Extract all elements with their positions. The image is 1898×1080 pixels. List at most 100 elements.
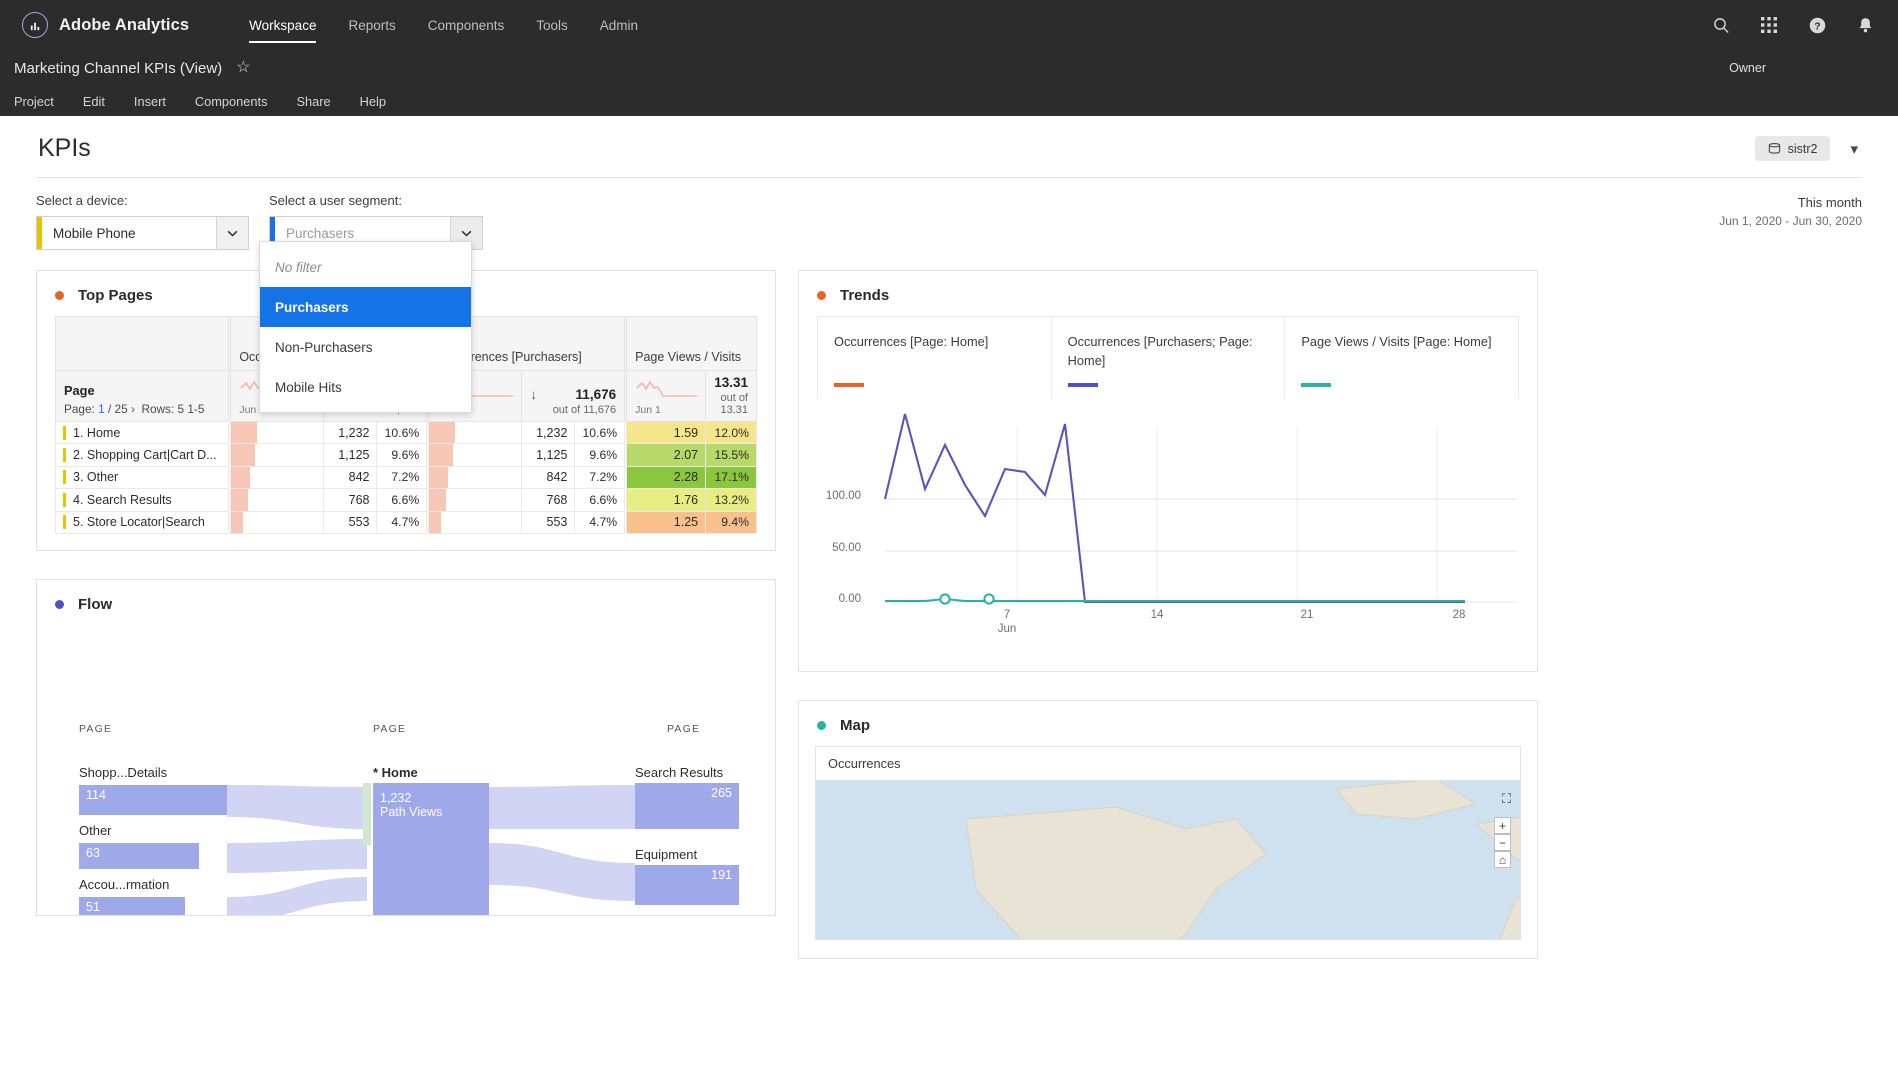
flow-left-node-label-2[interactable]: Other — [79, 823, 112, 838]
sort-arrow-icon[interactable]: ↓ — [530, 387, 537, 402]
flow-center-node-label[interactable]: * Home — [373, 765, 418, 780]
flow-diagram[interactable]: PAGE PAGE PAGE Shopp...Details 114 Other… — [37, 625, 775, 915]
trend-card-1-title: Occurrences [Page: Home] — [834, 333, 1035, 371]
report-suite-label: sistr2 — [1788, 142, 1818, 156]
right-column: Trends Occurrences [Page: Home] Occurren… — [798, 270, 1538, 959]
chevron-down-icon[interactable]: ▾ — [1844, 140, 1864, 158]
date-range[interactable]: This month Jun 1, 2020 - Jun 30, 2020 — [1719, 193, 1862, 228]
spark-cell-3: Jun 1 — [627, 371, 706, 422]
app-grid-icon[interactable] — [1758, 14, 1780, 36]
favorite-star-icon[interactable]: ☆ — [236, 60, 250, 76]
pager-range: 1-5 — [187, 402, 204, 416]
device-select[interactable]: Mobile Phone — [36, 216, 249, 250]
map-zoom-in-button[interactable]: + — [1494, 817, 1511, 834]
nav-item-components[interactable]: Components — [412, 0, 521, 50]
nav-item-reports[interactable]: Reports — [332, 0, 411, 50]
row-label-cell[interactable]: 4. Search Results — [56, 489, 229, 511]
row-label-cell[interactable]: 5. Store Locator|Search — [56, 511, 229, 533]
map-canvas[interactable]: ⛶ + − ⌂ — [815, 780, 1521, 940]
flow-left-node-label-1[interactable]: Shopp...Details — [79, 765, 167, 780]
flow-right-node-1[interactable]: 265 — [635, 783, 739, 829]
row-label-cell[interactable]: 3. Other — [56, 466, 229, 488]
trend-card-2-title: Occurrences [Purchasers; Page: Home] — [1068, 333, 1269, 371]
search-icon[interactable] — [1710, 14, 1732, 36]
table-row[interactable]: 2. Shopping Cart|Cart D... 1,125 9.6% 1,… — [56, 444, 757, 466]
map-locate-button[interactable]: ⌂ — [1494, 851, 1511, 868]
segment-option-mobile-hits[interactable]: Mobile Hits — [260, 367, 471, 407]
row-label-cell[interactable]: 2. Shopping Cart|Cart D... — [56, 444, 229, 466]
menu-item-insert[interactable]: Insert — [134, 94, 180, 109]
total-outof-3: out of 13.31 — [714, 392, 748, 416]
row-occ: 1,232 — [324, 422, 377, 444]
row-bar-pocc — [429, 444, 522, 466]
total-value-2-text: 11,676 — [576, 387, 617, 402]
map-title: Map — [840, 717, 870, 734]
trends-chart-svg — [827, 399, 1517, 649]
report-suite-selector[interactable]: sistr2 — [1755, 136, 1831, 161]
pager-current[interactable]: 1 — [98, 402, 105, 416]
row-pocc: 1,232 — [522, 422, 575, 444]
menu-item-share[interactable]: Share — [296, 94, 344, 109]
row-pv-pct: 15.5% — [706, 444, 757, 466]
trend-card-3[interactable]: Page Views / Visits [Page: Home] — [1285, 317, 1518, 399]
nav-item-tools[interactable]: Tools — [520, 0, 584, 50]
map-zoom-out-button[interactable]: − — [1494, 834, 1511, 851]
flow-right-node-label-1[interactable]: Search Results — [635, 765, 723, 780]
nav-item-workspace[interactable]: Workspace — [233, 0, 332, 50]
segment-option-non-purchasers[interactable]: Non-Purchasers — [260, 327, 471, 367]
brand[interactable]: Adobe Analytics — [22, 12, 189, 38]
table-pager[interactable]: Page: 1 / 25 › Rows: 5 1-5 — [64, 402, 220, 416]
pager-rows-value[interactable]: 5 — [178, 402, 185, 416]
topbar-icons: ? — [1710, 14, 1876, 36]
series-marker-2 — [984, 594, 993, 603]
segment-option-no-filter[interactable]: No filter — [260, 247, 471, 287]
trend-card-1[interactable]: Occurrences [Page: Home] — [818, 317, 1052, 399]
map-body: Occurrences — [799, 746, 1537, 958]
row-occ-pct: 6.6% — [377, 489, 427, 511]
series-marker-1 — [940, 594, 949, 603]
table-row[interactable]: 1. Home 1,232 10.6% 1,232 10.6% 1.5 — [56, 422, 757, 444]
flow-right-node-label-2[interactable]: Equipment — [635, 847, 697, 862]
panel-trends: Trends Occurrences [Page: Home] Occurren… — [798, 270, 1538, 672]
device-select-value: Mobile Phone — [42, 226, 216, 241]
table-row[interactable]: 4. Search Results 768 6.6% 768 6.6% — [56, 489, 757, 511]
menu-item-help[interactable]: Help — [360, 94, 400, 109]
device-chevron-down-icon[interactable] — [216, 217, 248, 249]
trends-chart[interactable]: 0.00 50.00 100.00 7 Jun 14 21 28 — [817, 399, 1519, 661]
flow-left-node-2[interactable]: 63 — [79, 843, 199, 869]
pager-next-chevron-icon[interactable]: › — [131, 402, 135, 416]
segment-dropdown-menu: No filter Purchasers Non-Purchasers Mobi… — [259, 241, 472, 413]
map-metric-label[interactable]: Occurrences — [815, 746, 1521, 780]
flow-center-node[interactable]: 1,232 Path Views — [373, 783, 489, 915]
segment-option-purchasers[interactable]: Purchasers — [260, 287, 471, 327]
corner-cell — [56, 317, 229, 371]
trend-card-1-swatch — [834, 383, 864, 387]
flow-right-node-2[interactable]: 191 — [635, 865, 739, 905]
row-pocc-pct: 10.6% — [575, 422, 625, 444]
row-bar-occ — [231, 444, 324, 466]
row-pv-pct: 12.0% — [706, 422, 757, 444]
menu-item-edit[interactable]: Edit — [83, 94, 119, 109]
bell-icon[interactable] — [1854, 14, 1876, 36]
row-rank: 5. — [73, 515, 83, 529]
menu-item-components[interactable]: Components — [195, 94, 282, 109]
column-header-page-views-visits[interactable]: Page Views / Visits — [627, 317, 757, 371]
row-label-cell[interactable]: 1. Home — [56, 422, 229, 444]
total-outof-2: out of 11,676 — [530, 404, 616, 416]
x-axis-month-label: Jun — [995, 623, 1019, 635]
flow-left-node-label-3[interactable]: Accou...rmation — [79, 877, 169, 892]
nav-item-admin[interactable]: Admin — [584, 0, 654, 50]
row-header-cell: Page Page: 1 / 25 › Rows: 5 1-5 — [56, 371, 229, 422]
table-row[interactable]: 5. Store Locator|Search 553 4.7% 553 4.7… — [56, 511, 757, 533]
project-title[interactable]: Marketing Channel KPIs (View) — [14, 60, 222, 77]
flow-left-node-1[interactable]: 114 — [79, 785, 227, 815]
trend-card-2[interactable]: Occurrences [Purchasers; Page: Home] — [1052, 317, 1286, 399]
row-page: Shopping Cart|Cart D... — [87, 448, 217, 462]
row-occ: 553 — [324, 511, 377, 533]
flow-left-node-3[interactable]: 51 — [79, 897, 185, 915]
owner-label: Owner — [1729, 61, 1884, 75]
help-icon[interactable]: ? — [1806, 14, 1828, 36]
table-row[interactable]: 3. Other 842 7.2% 842 7.2% 2.28 — [56, 466, 757, 488]
map-expand-icon[interactable]: ⛶ — [1502, 791, 1511, 807]
menu-item-project[interactable]: Project — [14, 94, 68, 109]
